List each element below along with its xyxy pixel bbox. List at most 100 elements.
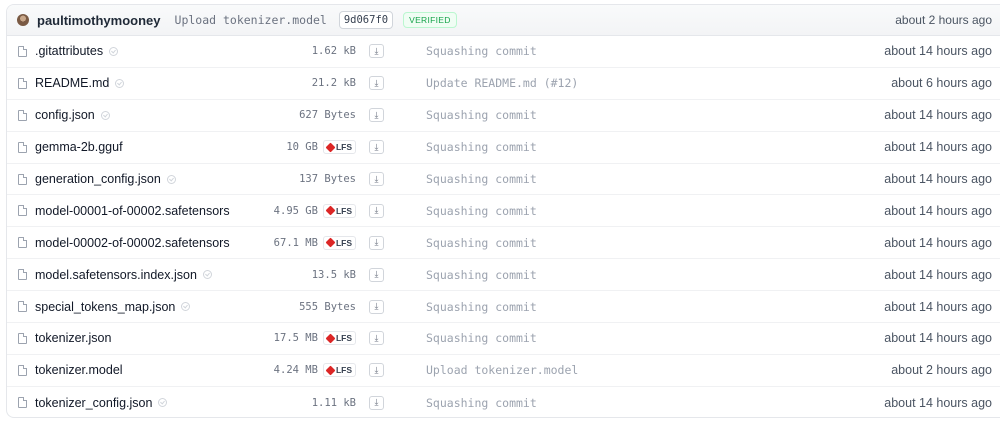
file-size-group: 555 Bytes (299, 301, 356, 313)
lfs-icon (325, 365, 336, 376)
file-commit-time: about 14 hours ago (884, 203, 992, 218)
lfs-badge: LFS (322, 235, 356, 250)
file-name-link[interactable]: special_tokens_map.json (35, 300, 191, 314)
file-commit-message[interactable]: Squashing commit (426, 300, 537, 314)
file-commit-message[interactable]: Upload tokenizer.model (426, 363, 578, 377)
file-name[interactable]: special_tokens_map.json (35, 300, 175, 314)
lfs-label: LFS (335, 237, 352, 248)
file-commit-message[interactable]: Squashing commit (426, 108, 537, 122)
lfs-badge: LFS (322, 331, 356, 346)
lfs-label: LFS (335, 365, 352, 376)
file-commit-time: about 6 hours ago (891, 76, 992, 91)
lfs-icon (325, 205, 336, 216)
download-icon[interactable]: ⤓ (369, 267, 384, 282)
safe-check-icon[interactable] (202, 270, 212, 280)
file-size: 4.24 MB (273, 364, 318, 377)
safe-check-icon[interactable] (100, 110, 110, 120)
file-name-link[interactable]: README.md (35, 76, 125, 90)
file-name-link[interactable]: generation_config.json (35, 172, 176, 186)
file-commit-time: about 14 hours ago (884, 44, 992, 59)
file-commit-message[interactable]: Squashing commit (426, 44, 537, 58)
file-size-group: 4.24 MB LFS (273, 363, 356, 378)
file-name-link[interactable]: gemma-2b.gguf (35, 140, 123, 154)
file-size: 137 Bytes (299, 173, 356, 185)
download-icon[interactable]: ⤓ (369, 172, 384, 186)
file-name[interactable]: README.md (35, 76, 109, 90)
file-name-link[interactable]: .gitattributes (35, 44, 119, 58)
file-size: 1.11 kB (311, 396, 356, 409)
download-icon[interactable]: ⤓ (369, 395, 384, 410)
file-name[interactable]: model-00002-of-00002.safetensors (35, 236, 230, 250)
lfs-badge: LFS (322, 140, 356, 155)
file-name-link[interactable]: model-00002-of-00002.safetensors (35, 236, 230, 250)
file-commit-message[interactable]: Squashing commit (426, 396, 537, 410)
file-row: tokenizer.json 17.5 MB LFS ⤓ Squashing c… (7, 323, 1000, 355)
file-name[interactable]: generation_config.json (35, 172, 161, 186)
file-rows: .gitattributes 1.62 kB ⤓ Squashing commi… (7, 36, 1000, 417)
file-commit-message[interactable]: Update README.md (#12) (426, 76, 578, 90)
file-commit-time: about 2 hours ago (891, 363, 992, 378)
file-list: paultimothymooney Upload tokenizer.model… (6, 4, 1000, 418)
download-icon[interactable]: ⤓ (369, 108, 384, 123)
commit-message[interactable]: Upload tokenizer.model (175, 13, 327, 27)
commit-hash[interactable]: 9d067f0 (338, 11, 394, 29)
safe-check-icon[interactable] (158, 398, 168, 408)
lfs-label: LFS (335, 333, 352, 344)
file-name[interactable]: model-00001-of-00002.safetensors (35, 204, 230, 218)
last-commit-header: paultimothymooney Upload tokenizer.model… (7, 5, 1000, 36)
download-icon[interactable]: ⤓ (369, 235, 384, 250)
file-size: 555 Bytes (299, 300, 356, 313)
file-icon (18, 237, 27, 249)
download-icon[interactable]: ⤓ (369, 203, 384, 218)
safe-check-icon[interactable] (109, 46, 119, 56)
file-icon (18, 45, 27, 57)
file-name-link[interactable]: tokenizer.model (35, 363, 123, 377)
download-icon[interactable]: ⤓ (369, 363, 384, 378)
file-name[interactable]: tokenizer.json (35, 331, 111, 345)
commit-author[interactable]: paultimothymooney (37, 13, 161, 28)
commit-time: about 2 hours ago (895, 13, 992, 27)
file-commit-time: about 14 hours ago (884, 172, 992, 186)
file-row: config.json 627 Bytes ⤓ Squashing commit… (7, 100, 1000, 132)
file-name-link[interactable]: model-00001-of-00002.safetensors (35, 204, 230, 218)
file-name[interactable]: config.json (35, 108, 95, 122)
download-icon[interactable]: ⤓ (369, 299, 384, 314)
avatar[interactable] (17, 14, 29, 26)
download-icon[interactable]: ⤓ (369, 331, 384, 346)
safe-check-icon[interactable] (115, 78, 125, 88)
file-commit-time: about 14 hours ago (884, 267, 992, 282)
file-commit-time: about 14 hours ago (884, 235, 992, 250)
file-name-link[interactable]: tokenizer.json (35, 331, 111, 345)
download-icon[interactable]: ⤓ (369, 76, 384, 91)
file-size: 13.5 kB (311, 268, 356, 281)
file-commit-message[interactable]: Squashing commit (426, 268, 537, 282)
file-name-link[interactable]: config.json (35, 108, 110, 122)
safe-check-icon[interactable] (181, 302, 191, 312)
file-commit-message[interactable]: Squashing commit (426, 236, 537, 250)
lfs-icon (325, 237, 336, 248)
file-size-group: 137 Bytes (299, 173, 356, 185)
file-name[interactable]: tokenizer_config.json (35, 396, 152, 410)
file-commit-message[interactable]: Squashing commit (426, 331, 537, 345)
file-size-group: 67.1 MB LFS (273, 235, 356, 250)
file-size-group: 1.62 kB (312, 45, 356, 57)
download-icon[interactable]: ⤓ (369, 44, 384, 59)
file-size-group: 10 GB LFS (286, 140, 356, 155)
file-icon (18, 397, 27, 409)
file-row: .gitattributes 1.62 kB ⤓ Squashing commi… (7, 36, 1000, 68)
file-name[interactable]: tokenizer.model (35, 363, 123, 377)
file-name-link[interactable]: tokenizer_config.json (35, 396, 168, 410)
file-name[interactable]: model.safetensors.index.json (35, 268, 197, 282)
download-icon[interactable]: ⤓ (369, 140, 384, 155)
safe-check-icon[interactable] (166, 174, 176, 184)
file-commit-message[interactable]: Squashing commit (426, 172, 537, 186)
file-size-group: 13.5 kB (312, 269, 356, 281)
file-commit-time: about 14 hours ago (884, 395, 992, 410)
file-size: 67.1 MB (273, 236, 318, 249)
file-name[interactable]: .gitattributes (35, 44, 103, 58)
file-name[interactable]: gemma-2b.gguf (35, 140, 123, 154)
file-row: tokenizer_config.json 1.11 kB ⤓ Squashin… (7, 387, 1000, 417)
file-commit-message[interactable]: Squashing commit (426, 140, 537, 154)
file-name-link[interactable]: model.safetensors.index.json (35, 268, 212, 282)
file-commit-message[interactable]: Squashing commit (426, 204, 537, 218)
